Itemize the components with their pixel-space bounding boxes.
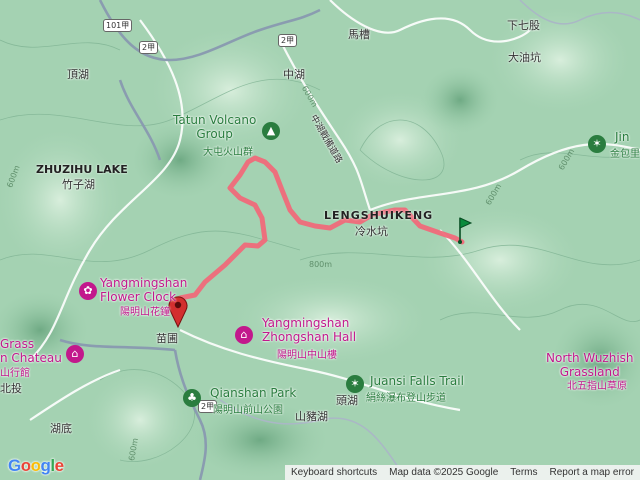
report-error-link[interactable]: Report a map error xyxy=(544,467,640,478)
poi-qianshan-en[interactable]: Qianshan Park xyxy=(210,386,296,400)
poi-juansi-en[interactable]: Juansi Falls Trail xyxy=(370,374,464,388)
place-label-maciao: 馬槽 xyxy=(348,28,370,41)
poi-flowerclock-en[interactable]: Yangmingshan Flower Clock xyxy=(100,276,187,304)
poi-northwuzhi-zh: 北五指山草原 xyxy=(567,381,627,392)
elevation-label: 800m xyxy=(309,260,333,269)
hiker-icon[interactable]: ✶ xyxy=(346,375,364,393)
flower-clock-icon[interactable]: ✿ xyxy=(79,282,97,300)
hiker-icon[interactable]: ✶ xyxy=(588,135,606,153)
place-label-shanzhuhu: 山豬湖 xyxy=(295,410,328,423)
google-logo: Google xyxy=(8,456,64,475)
mountain-icon[interactable]: ▲ xyxy=(262,122,280,140)
keyboard-shortcuts-link[interactable]: Keyboard shortcuts xyxy=(285,467,383,478)
poi-qianshan-zh: 陽明山前山公園 xyxy=(213,405,283,416)
place-label-beitou: 北投 xyxy=(0,382,22,395)
route-shield-101jia: 101甲 xyxy=(103,19,133,32)
poi-zhongshan-zh: 陽明山中山樓 xyxy=(277,350,337,361)
poi-flowerclock-zh: 陽明山花鐘 xyxy=(120,307,170,318)
park-tree-icon[interactable]: ♣ xyxy=(183,389,201,407)
place-label-dinghu: 頂湖 xyxy=(67,68,89,81)
place-label-dayoukeng: 大油坑 xyxy=(508,51,541,64)
map-canvas[interactable]: 101甲 2甲 2甲 2甲 600m 600m 800m 600m 600m 6… xyxy=(0,0,640,480)
poi-grass-en[interactable]: Grass n Chateau xyxy=(0,337,62,365)
terms-link[interactable]: Terms xyxy=(504,467,543,478)
hall-icon[interactable]: ⌂ xyxy=(235,326,253,344)
place-label-lengshuikeng-en: LENGSHUIKENG xyxy=(324,209,434,222)
place-label-zhonghu: 中湖 xyxy=(283,68,305,81)
poi-tatun-zh: 大屯火山群 xyxy=(203,147,253,158)
route-shield-2jia-center: 2甲 xyxy=(278,34,298,47)
route-shield-2jia-north: 2甲 xyxy=(139,41,159,54)
map-data-attribution: Map data ©2025 Google xyxy=(389,467,499,478)
place-label-xiaqigu: 下七股 xyxy=(507,19,540,32)
place-label-lengshuikeng-zh: 冷水坑 xyxy=(355,225,388,238)
poi-tatun-en[interactable]: Tatun Volcano Group xyxy=(173,113,256,141)
place-label-zhuzihu-en: ZHUZIHU LAKE xyxy=(36,163,128,176)
place-label-toutun: 頭湖 xyxy=(336,394,358,407)
poi-jin-zh: 金包里 xyxy=(610,149,640,160)
place-label-miaopu: 苗圃 xyxy=(156,332,178,345)
poi-northwuzhi-en[interactable]: North Wuzhish Grassland xyxy=(546,351,634,379)
place-label-zhuzihu-zh: 竹子湖 xyxy=(62,178,95,191)
museum-icon[interactable]: ⌂ xyxy=(66,345,84,363)
place-label-hudi: 湖底 xyxy=(50,422,72,435)
map-footer: Keyboard shortcuts Map data ©2025 Google… xyxy=(284,465,640,480)
poi-juansi-zh: 絹絲瀑布登山步道 xyxy=(366,393,446,404)
poi-jin-en[interactable]: Jin xyxy=(615,130,629,144)
poi-zhongshan-en[interactable]: Yangmingshan Zhongshan Hall xyxy=(262,316,356,344)
poi-grass-zh: 山行館 xyxy=(0,368,30,379)
